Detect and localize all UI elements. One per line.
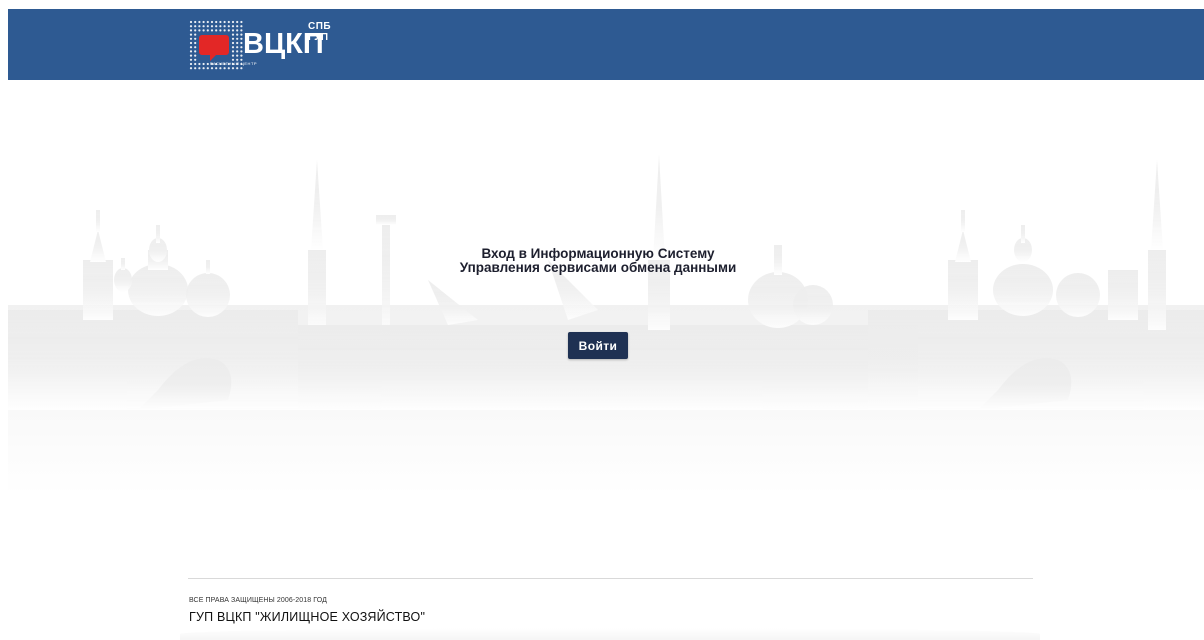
logo-dot [215, 25, 218, 28]
logo-dot [223, 29, 226, 32]
logo-dot [189, 67, 193, 70]
logo-dot [198, 25, 201, 28]
logo-main-text: ВЦКП [243, 28, 324, 60]
logo-dot [231, 41, 235, 45]
logo-dot [236, 29, 239, 32]
logo-dot [223, 20, 226, 24]
logo-dot [215, 29, 218, 32]
logo-dot [194, 50, 197, 53]
logo-dot [210, 25, 214, 28]
logo-dot [231, 54, 235, 57]
logo-dot [231, 50, 235, 53]
city-skyline-background [8, 155, 1204, 495]
logo-dot [189, 62, 193, 66]
title-line-1: Вход в Информационную Систему [481, 246, 715, 261]
logo-dot [189, 33, 193, 36]
logo-dot [198, 67, 201, 70]
logo-sub-text: РАСЧЕТНЫЙ ЦЕНТР [210, 61, 258, 66]
logo-dot [236, 41, 239, 45]
logo-dot [231, 20, 235, 24]
logo-dot [236, 20, 239, 24]
logo-dot [194, 29, 197, 32]
logo-dot [223, 67, 226, 70]
logo-dot [194, 58, 197, 61]
logo-dot [227, 29, 230, 32]
logo-dot [210, 20, 214, 24]
logo-dot [240, 25, 243, 28]
logo-dot [219, 29, 222, 32]
logo-dot [202, 67, 205, 70]
logo-dot [189, 41, 193, 45]
speech-bubble-icon [199, 35, 229, 61]
logo-dot [231, 67, 235, 70]
logo-dot [198, 20, 201, 24]
logo-dot [231, 33, 235, 36]
logo-dot [223, 25, 226, 28]
login-button[interactable]: Войти [568, 332, 628, 359]
logo-dot [206, 62, 209, 66]
logo-dot [231, 25, 235, 28]
logo-dot [202, 29, 205, 32]
logo-dot [194, 46, 197, 49]
logo-dot [189, 46, 193, 49]
login-page: СПБ ГУП ВЦКП РАСЧЕТНЫЙ ЦЕНТР Вход в Инфо… [0, 0, 1204, 640]
logo-dot [227, 25, 230, 28]
site-header: СПБ ГУП ВЦКП РАСЧЕТНЫЙ ЦЕНТР [8, 9, 1204, 80]
title-line-2: Управления сервисами обмена данными [459, 260, 737, 275]
logo-dot [231, 37, 235, 40]
logo-dot [194, 41, 197, 45]
logo-dot [189, 37, 193, 40]
company-name: ГУП ВЦКП "ЖИЛИЩНОЕ ХОЗЯЙСТВО" [189, 610, 426, 624]
page-title: Вход в Информационную Систему Управления… [400, 247, 796, 275]
logo-dot [236, 33, 239, 36]
logo-dot [198, 62, 201, 66]
copyright-text: ВСЕ ПРАВА ЗАЩИЩЕНЫ 2006-2018 ГОД [189, 597, 328, 604]
logo-dot [189, 29, 193, 32]
logo-dot [202, 62, 205, 66]
logo-dot [231, 46, 235, 49]
logo-dot [236, 25, 239, 28]
logo-dot [194, 25, 197, 28]
footer-shadow [180, 628, 1040, 640]
logo-dot [206, 20, 209, 24]
logo-dot [189, 25, 193, 28]
logo-dot [194, 33, 197, 36]
logo-dot [236, 46, 239, 49]
logo-dot [194, 20, 197, 24]
logo-dot [194, 37, 197, 40]
logo-dot [219, 20, 222, 24]
logo-dot [210, 29, 214, 32]
logo-dot [194, 67, 197, 70]
logo-dot [215, 20, 218, 24]
logo-dot [219, 67, 222, 70]
company-logo[interactable]: СПБ ГУП ВЦКП РАСЧЕТНЫЙ ЦЕНТР [188, 19, 348, 71]
logo-dot [206, 29, 209, 32]
logo-dot [189, 58, 193, 61]
logo-dot [198, 29, 201, 32]
logo-dot [240, 20, 243, 24]
logo-dot [189, 54, 193, 57]
logo-dot [231, 29, 235, 32]
footer-divider [188, 578, 1033, 579]
logo-dot [206, 67, 209, 70]
logo-dot [215, 67, 218, 70]
logo-dot [240, 67, 243, 70]
logo-dot [219, 25, 222, 28]
logo-dot [206, 25, 209, 28]
logo-dot [189, 50, 193, 53]
logo-dot [236, 67, 239, 70]
logo-dot [189, 20, 193, 24]
logo-dot [194, 54, 197, 57]
logo-dot [194, 62, 197, 66]
logo-dot [202, 25, 205, 28]
logo-dot [227, 20, 230, 24]
logo-dot [236, 54, 239, 57]
logo-dot [227, 67, 230, 70]
logo-dot [236, 37, 239, 40]
logo-dot [202, 20, 205, 24]
logo-dot [236, 50, 239, 53]
logo-dot [210, 67, 214, 70]
